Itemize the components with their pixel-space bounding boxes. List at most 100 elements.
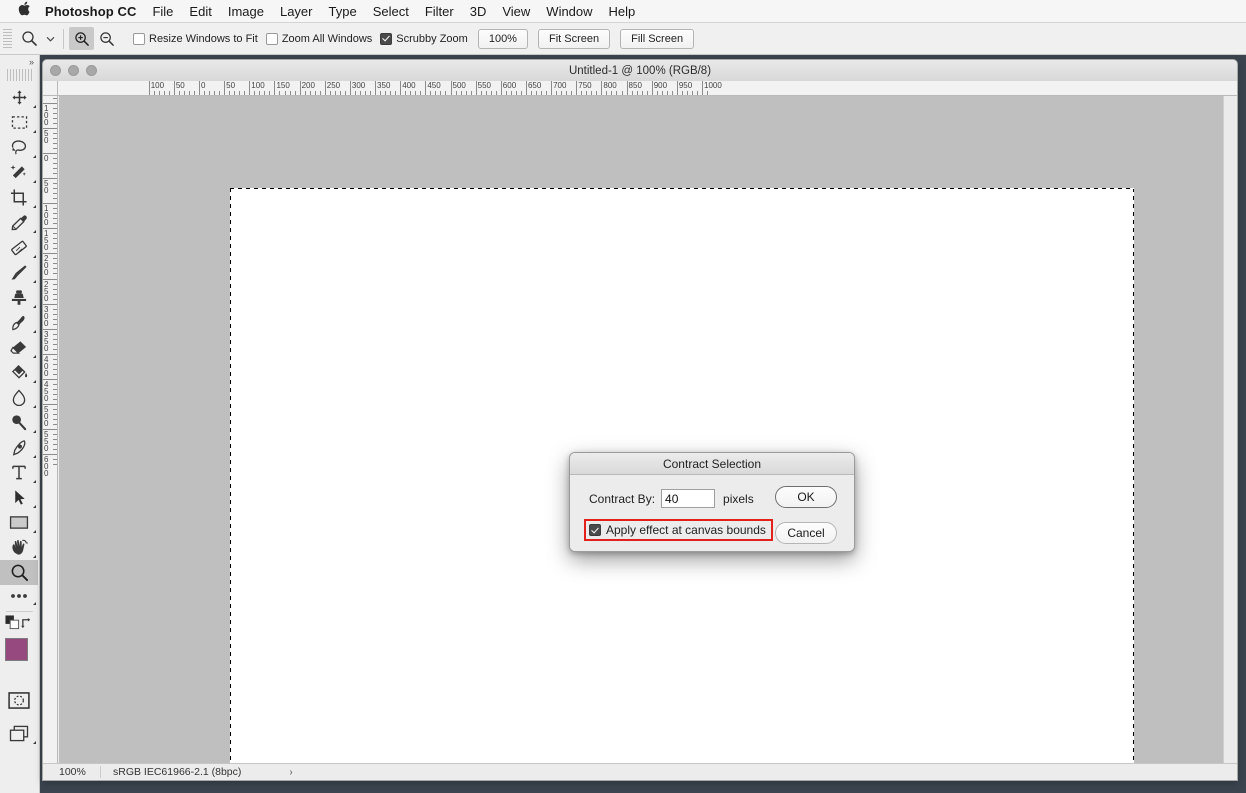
checkbox-resize-windows-to-fit[interactable]: Resize Windows to Fit [133,33,258,45]
screen-mode-button[interactable] [0,721,38,746]
tool-expand-triangle [33,330,36,333]
ruler-tick [320,91,321,95]
fill-screen-button[interactable]: Fill Screen [620,29,694,49]
minimize-button[interactable] [68,65,79,76]
ruler-tick [501,81,502,95]
ruler-tick [53,359,57,360]
checkbox-zoom-all-windows[interactable]: Zoom All Windows [266,33,372,45]
checkbox-box-zoom-all-windows[interactable] [266,33,278,45]
menu-app-name[interactable]: Photoshop CC [45,4,136,19]
ruler-label: 0 [44,155,51,162]
tools-panel-grip[interactable] [7,69,33,81]
ruler-tick [53,158,57,159]
zoom-in-button[interactable] [69,27,94,50]
checkbox-box-apply-effect[interactable] [589,524,601,536]
ruler-label: 300 [352,81,365,90]
menu-item-layer[interactable]: Layer [280,4,313,19]
hand-tool[interactable] [0,535,38,560]
menu-item-help[interactable]: Help [609,4,636,19]
ruler-tick [149,81,150,95]
apple-logo-icon[interactable] [18,1,31,19]
foreground-color-swatch[interactable] [5,638,28,661]
canvas-area[interactable] [59,96,1225,781]
vertical-scrollbar[interactable] [1223,96,1237,766]
tool-expand-triangle [33,405,36,408]
vertical-ruler[interactable]: 1005005010015020025030035040045050055060… [43,96,58,781]
menu-item-select[interactable]: Select [373,4,409,19]
ok-button[interactable]: OK [775,486,837,508]
ruler-tick [214,91,215,95]
rectangular-marquee-tool[interactable] [0,110,38,135]
clone-stamp-tool[interactable] [0,285,38,310]
checkbox-box-scrubby-zoom[interactable] [380,33,392,45]
quick-mask-button[interactable] [0,688,38,713]
ruler-tick [53,299,57,300]
ruler-tick [611,91,612,95]
ruler-tick [53,364,57,365]
menu-item-window[interactable]: Window [546,4,592,19]
zoom-100-percent-button[interactable]: 100% [478,29,528,49]
menu-item-3d[interactable]: 3D [470,4,487,19]
checkbox-box-resize-windows[interactable] [133,33,145,45]
zoom-tool-icon[interactable] [16,27,42,51]
apply-effect-at-canvas-bounds-checkbox[interactable]: Apply effect at canvas bounds [584,519,773,541]
ruler-tick [53,289,57,290]
menu-item-filter[interactable]: Filter [425,4,454,19]
close-button[interactable] [50,65,61,76]
menu-item-file[interactable]: File [152,4,173,19]
document-title-bar[interactable]: Untitled-1 @ 100% (RGB/8) [43,60,1237,82]
zoom-tool[interactable] [0,560,38,585]
eraser-tool[interactable] [0,335,38,360]
contract-by-units-label: pixels [723,492,754,506]
ruler-tick [53,133,57,134]
contract-by-input[interactable] [661,489,715,508]
ruler-tick [53,168,57,169]
rectangle-tool[interactable] [0,510,38,535]
dodge-tool[interactable] [0,410,38,435]
swap-colors-icon[interactable] [20,616,35,635]
chevron-down-icon[interactable] [42,27,58,51]
paint-bucket-tool[interactable] [0,360,38,385]
quick-selection-tool[interactable] [0,160,38,185]
status-zoom-level[interactable]: 100% [43,766,101,778]
ruler-tick [53,349,57,350]
path-selection-tool[interactable] [0,485,38,510]
pen-tool[interactable] [0,435,38,460]
ruler-tick [224,81,225,95]
type-tool[interactable] [0,460,38,485]
ruler-tick [481,91,482,95]
default-colors-icon[interactable] [5,615,20,635]
blur-tool[interactable] [0,385,38,410]
menu-item-edit[interactable]: Edit [189,4,211,19]
checkbox-scrubby-zoom[interactable]: Scrubby Zoom [380,33,468,45]
maximize-button[interactable] [86,65,97,76]
ruler-tick [53,218,57,219]
ruler-tick [159,91,160,95]
ruler-tick [375,81,376,95]
healing-brush-tool[interactable] [0,235,38,260]
ruler-corner[interactable] [43,81,58,96]
ruler-tick [204,91,205,95]
expand-panel-icon[interactable]: » [0,55,39,69]
fit-screen-button[interactable]: Fit Screen [538,29,610,49]
menu-item-type[interactable]: Type [329,4,357,19]
lasso-tool[interactable] [0,135,38,160]
edit-toolbar-button[interactable] [0,585,38,607]
tool-expand-triangle [33,180,36,183]
move-tool[interactable] [0,85,38,110]
zoom-out-button[interactable] [94,27,119,50]
menu-item-image[interactable]: Image [228,4,264,19]
ruler-label: 400 [44,356,51,377]
ruler-label: 600 [503,81,516,90]
menu-item-view[interactable]: View [502,4,530,19]
cancel-button[interactable]: Cancel [775,522,837,544]
history-brush-tool[interactable] [0,310,38,335]
ruler-tick [194,91,195,95]
horizontal-ruler[interactable]: 1005005010015020025030035040045050055060… [43,81,1238,96]
chevron-right-icon[interactable]: › [289,767,292,778]
crop-tool[interactable] [0,185,38,210]
eyedropper-tool[interactable] [0,210,38,235]
options-bar-grip[interactable] [3,29,12,49]
brush-tool[interactable] [0,260,38,285]
status-color-profile[interactable]: sRGB IEC61966-2.1 (8bpc) › [101,766,293,778]
